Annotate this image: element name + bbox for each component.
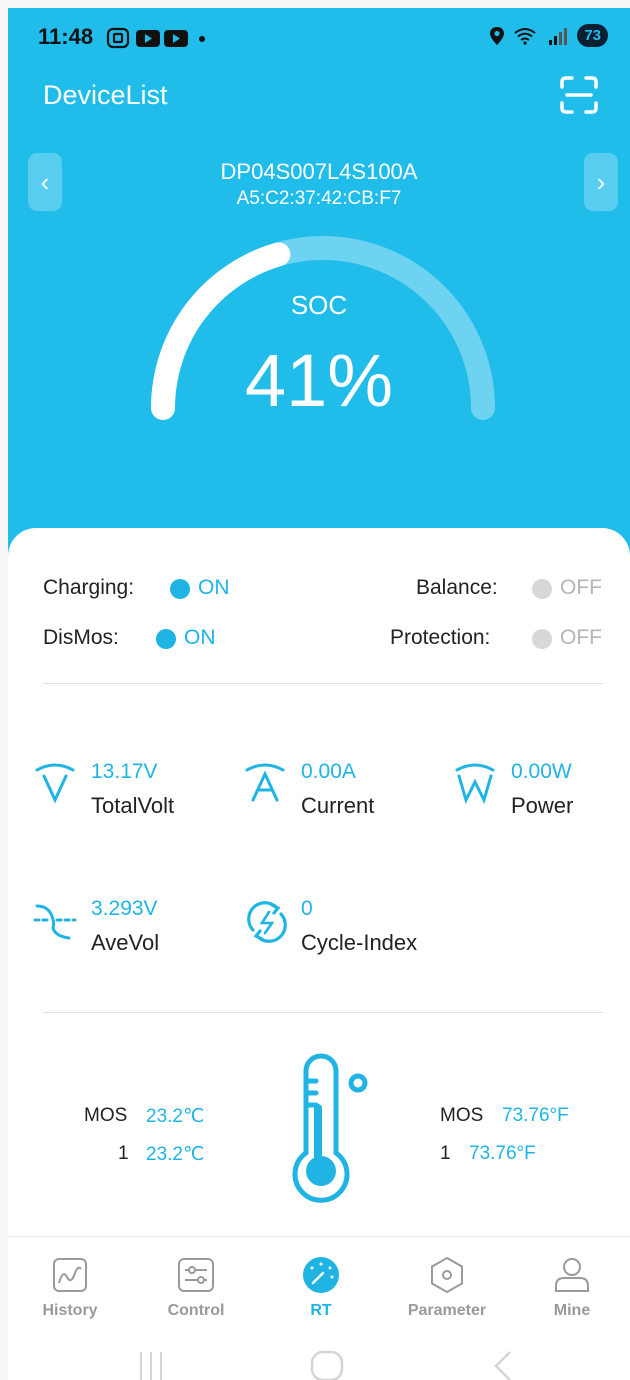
bottom-tab-bar: History Control RT Parameter Mine [8,1236,630,1347]
back-icon[interactable] [490,1350,516,1380]
cycle-index-label: Cycle-Index [301,930,418,955]
power-label: Power [511,793,574,818]
location-icon [490,26,505,45]
header-panel: 11:48 73 DeviceList ‹ › DP04S007L4S100A … [8,8,630,568]
charging-status-value: ON [198,576,230,599]
ave-vol-label: AveVol [91,930,160,955]
temp-celsius-name: 1 [118,1143,129,1164]
tab-label: Parameter [407,1302,487,1319]
dismos-status-value: ON [184,626,216,649]
balance-status-dot [532,579,552,599]
signal-icon [549,27,568,45]
thermometer-icon [292,1053,368,1203]
charging-label: Charging: [43,576,135,599]
tab-label: Mine [553,1302,591,1319]
scan-icon[interactable] [558,74,600,116]
status-right-icons: 73 [489,24,608,47]
power-icon [455,763,495,804]
cycle-index-value: 0 [301,897,313,920]
status-time: 11:48 [38,24,94,49]
tab-label: History [42,1302,98,1319]
charging-status-dot [170,579,190,599]
notification-icons [106,26,236,56]
protection-status-dot [532,629,552,649]
tab-mine[interactable]: Mine [510,1237,630,1337]
current-label: Current [301,793,375,818]
parameter-icon [431,1256,463,1294]
temp-fahrenheit-name: MOS [440,1105,484,1126]
control-icon [178,1258,214,1292]
temp-celsius-value: 23.2℃ [146,1106,205,1127]
power-value: 0.00W [511,760,572,783]
tab-label: RT [310,1302,332,1319]
current-icon [245,763,285,802]
total-volt-value: 13.17V [91,760,158,783]
home-icon[interactable] [309,1350,345,1380]
temp-celsius-value: 23.2℃ [146,1144,205,1165]
app-screen: 11:48 73 DeviceList ‹ › DP04S007L4S100A … [8,8,630,1380]
youtube-icon [164,30,188,47]
dismos-status-dot [156,629,176,649]
temp-fahrenheit-value: 73.76°F [469,1143,536,1164]
device-list-link[interactable]: DeviceList [43,80,168,111]
balance-status-value: OFF [560,576,602,599]
device-mac-address: A5:C2:37:42:CB:F7 [236,188,402,209]
battery-indicator: 73 [577,24,608,47]
rt-gauge-icon [303,1257,339,1293]
current-value: 0.00A [301,760,356,783]
temp-celsius-name: MOS [84,1105,128,1126]
system-navigation-bar [8,1346,630,1380]
soc-value: 41% [244,339,394,422]
dismos-label: DisMos: [43,626,119,649]
temp-fahrenheit-name: 1 [440,1143,451,1164]
voltage-icon [35,763,75,804]
total-volt-label: TotalVolt [91,793,175,818]
tab-rt[interactable]: RT [259,1237,383,1337]
youtube-icon [136,30,160,47]
history-icon [53,1258,87,1292]
tab-control[interactable]: Control [134,1237,258,1337]
temp-fahrenheit-value: 73.76°F [502,1105,569,1126]
protection-label: Protection: [390,626,491,649]
tab-label: Control [167,1302,225,1319]
recent-apps-icon[interactable] [136,1350,166,1380]
status-bar: 11:48 73 [38,24,608,54]
tab-history[interactable]: History [8,1237,132,1337]
cycle-icon [247,901,287,943]
balance-label: Balance: [416,576,498,599]
section-divider [43,683,603,684]
more-notifications-dot [199,36,205,42]
ave-vol-value: 3.293V [91,897,158,920]
soc-label: SOC [290,290,348,320]
protection-status-value: OFF [560,626,602,649]
tab-parameter[interactable]: Parameter [385,1237,509,1337]
average-voltage-icon [33,904,77,940]
mine-icon [555,1258,589,1292]
wifi-icon [514,27,536,45]
screenshot-icon [106,27,130,49]
section-divider [43,1012,603,1013]
device-name: DP04S007L4S100A [220,159,418,184]
